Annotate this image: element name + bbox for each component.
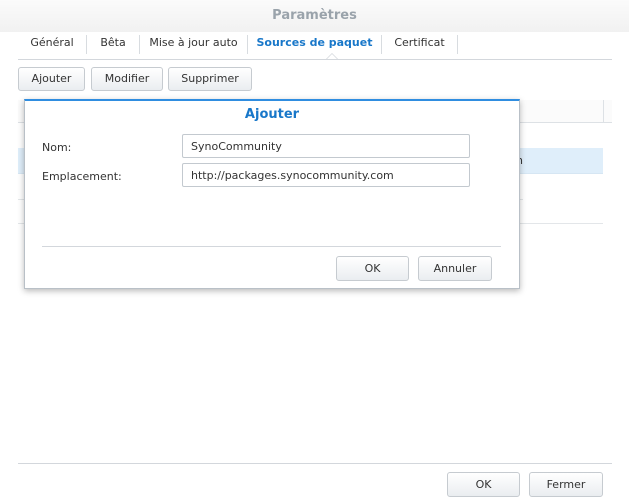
add-source-dialog: Ajouter Nom: Emplacement: OK Annuler [24,99,520,289]
delete-button[interactable]: Supprimer [168,67,252,91]
tab-package-sources[interactable]: Sources de paquet [248,32,381,59]
tab-bar: Général Bêta Mise à jour auto Sources de… [18,32,612,60]
dialog-ok-button[interactable]: OK [336,256,409,281]
window-title: Paramètres [272,8,357,23]
dialog-cancel-button[interactable]: Annuler [418,256,492,281]
active-tab-pointer [326,53,338,59]
tab-auto-update[interactable]: Mise à jour auto [140,32,247,59]
edit-button[interactable]: Modifier [91,67,163,91]
footer-close-button[interactable]: Fermer [529,472,603,497]
tab-general[interactable]: Général [18,32,86,59]
footer-ok-button[interactable]: OK [447,472,520,497]
name-field[interactable] [182,134,470,158]
list-column-divider[interactable] [603,100,604,123]
location-label: Emplacement: [42,170,122,183]
add-button[interactable]: Ajouter [18,67,85,91]
footer-divider [18,463,612,464]
dialog-title: Ajouter [244,107,300,122]
name-label: Nom: [42,141,72,154]
dialog-divider [42,246,501,247]
tab-certificate[interactable]: Certificat [382,32,457,59]
window-title-bar: Paramètres [0,0,629,32]
location-field[interactable] [182,163,470,187]
tab-beta[interactable]: Bêta [87,32,139,59]
tab-divider [457,35,458,54]
